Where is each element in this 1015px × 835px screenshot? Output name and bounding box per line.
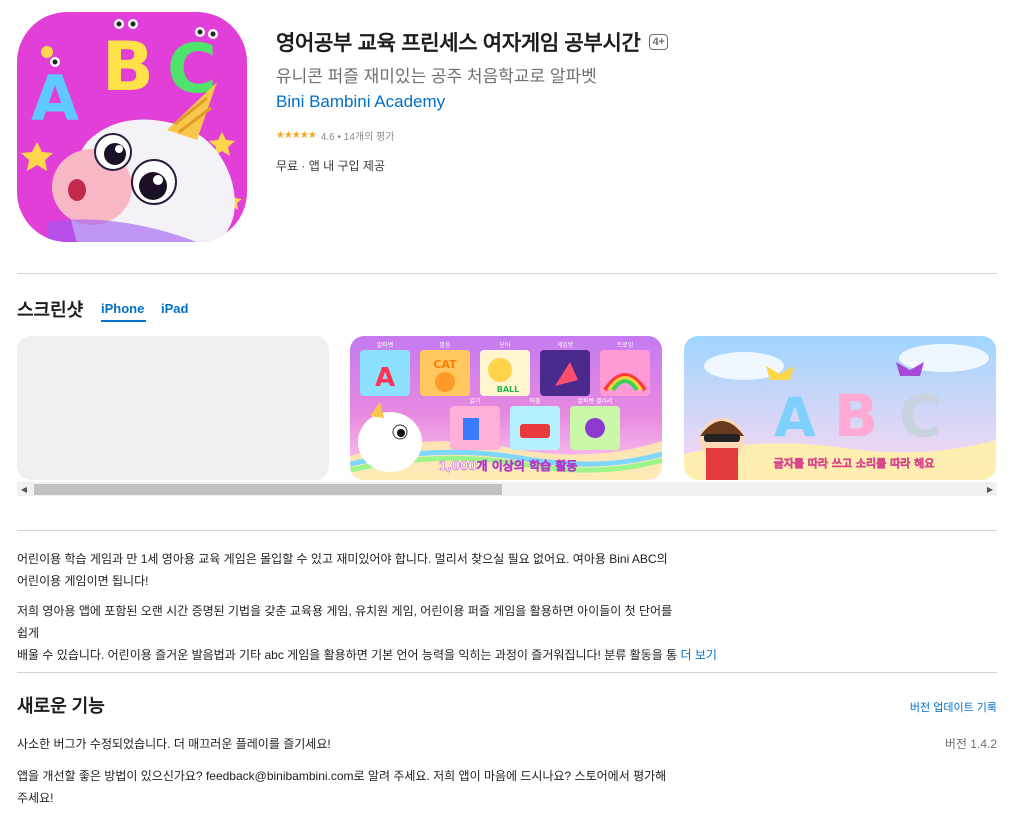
shot2-caption: 1,000개 이상의 학습 활동 [439, 458, 578, 473]
screenshot-1[interactable] [17, 336, 329, 480]
screenshot-2[interactable]: 알파벳 A 발음 CAT 단어 BALL 게임방 트로잉 읽기 퍼즐 알파벳 갤… [350, 336, 662, 480]
feedback-line: 앱을 개선할 좋은 방법이 있으신가요? feedback@binibambin… [17, 769, 667, 783]
divider [17, 530, 997, 531]
description-more: 저희 영아용 앱에 포함된 오랜 시간 증명된 기법을 갖춘 교육용 게임, 유… [17, 600, 717, 666]
version-history-link[interactable]: 버전 업데이트 기록 [910, 699, 997, 715]
age-rating-badge: 4+ [648, 34, 669, 50]
activity-tile-3: 단어 BALL [480, 341, 530, 396]
description: 어린이용 학습 게임과 만 1세 영아용 교육 게임은 몰입할 수 있고 재미있… [17, 548, 677, 592]
shot3-letter-c: C [899, 382, 942, 450]
divider [17, 273, 997, 274]
svg-text:CAT: CAT [433, 358, 457, 371]
activity-tile-1: 알파벳 A [360, 341, 410, 396]
feedback-line: 주세요! [17, 791, 54, 805]
activity-tile-2: 발음 CAT [420, 341, 470, 396]
shot3-letter-b: B [834, 382, 878, 450]
version-label: 버전 1.4.2 [944, 737, 997, 751]
rating-text: 4.6 • 14개의 평가 [320, 132, 395, 143]
svg-text:알파벳: 알파벳 [377, 341, 394, 349]
svg-text:알파벳 갤러리: 알파벳 갤러리 [577, 397, 612, 405]
icon-letter-a: A [31, 62, 79, 135]
svg-text:퍼즐: 퍼즐 [529, 397, 541, 405]
more-link[interactable]: 더 보기 [680, 648, 716, 662]
svg-text:트로잉: 트로잉 [617, 342, 634, 349]
svg-text:A: A [375, 363, 395, 393]
activity-tile-8: 알파벳 갤러리 [570, 397, 620, 450]
svg-text:게임방: 게임방 [557, 341, 574, 349]
scroll-left-icon[interactable]: ◀ [17, 482, 31, 496]
tab-ipad[interactable]: iPad [161, 301, 188, 316]
app-icon: A B C [17, 12, 247, 242]
whats-new-note: 사소한 버그가 수정되었습니다. 더 매끄러운 플레이를 즐기세요! [17, 737, 331, 751]
scroll-right-icon[interactable]: ▶ [983, 482, 997, 496]
svg-text:발음: 발음 [439, 341, 451, 349]
activity-tile-7: 퍼즐 [510, 397, 560, 450]
svg-text:BALL: BALL [497, 385, 519, 394]
description-line: 배울 수 있습니다. 어린이용 즐거운 발음법과 기타 abc 게임을 활용하면… [17, 648, 678, 662]
price-info: 무료 · 앱 내 구입 제공 [276, 159, 385, 173]
developer-link[interactable]: Bini Bambini Academy [276, 92, 445, 112]
rating-stars-icon: ★★★★★ [276, 130, 317, 141]
whats-new-feedback: 앱을 개선할 좋은 방법이 있으신가요? feedback@binibambin… [17, 765, 677, 809]
app-title-text: 영어공부 교육 프린세스 여자게임 공부시간 [276, 32, 641, 55]
app-subtitle: 유니콘 퍼즐 재미있는 공주 처음학교로 알파벳 [276, 67, 597, 86]
icon-letter-b: B [102, 28, 154, 107]
rating-summary: ★★★★★ 4.6 • 14개의 평가 [276, 128, 395, 143]
svg-text:읽기: 읽기 [469, 397, 480, 405]
divider [17, 672, 997, 673]
tab-iphone-underline [101, 320, 146, 322]
screenshot-3[interactable]: A B C 글자를 따라 쓰고 소리를 따라 해요 [684, 336, 996, 480]
activity-tile-6: 읽기 [450, 397, 500, 450]
scrollbar-thumb[interactable] [34, 484, 502, 495]
screenshots-heading: 스크린샷 [17, 300, 84, 320]
shot3-caption: 글자를 따라 쓰고 소리를 따라 해요 [774, 456, 935, 470]
description-line: 어린이용 게임이면 됩니다! [17, 574, 149, 588]
description-line: 저희 영아용 앱에 포함된 오랜 시간 증명된 기법을 갖춘 교육용 게임, 유… [17, 604, 673, 640]
app-title: 영어공부 교육 프린세스 여자게임 공부시간 4+ [276, 27, 669, 57]
tab-iphone[interactable]: iPhone [101, 301, 144, 316]
whats-new-heading: 새로운 기능 [17, 696, 105, 716]
activity-tile-4: 게임방 [540, 341, 590, 396]
svg-text:단어: 단어 [499, 341, 510, 349]
description-line: 어린이용 학습 게임과 만 1세 영아용 교육 게임은 몰입할 수 있고 재미있… [17, 552, 668, 566]
activity-tile-5: 트로잉 [600, 342, 650, 396]
shot3-letter-a: A [774, 386, 816, 449]
